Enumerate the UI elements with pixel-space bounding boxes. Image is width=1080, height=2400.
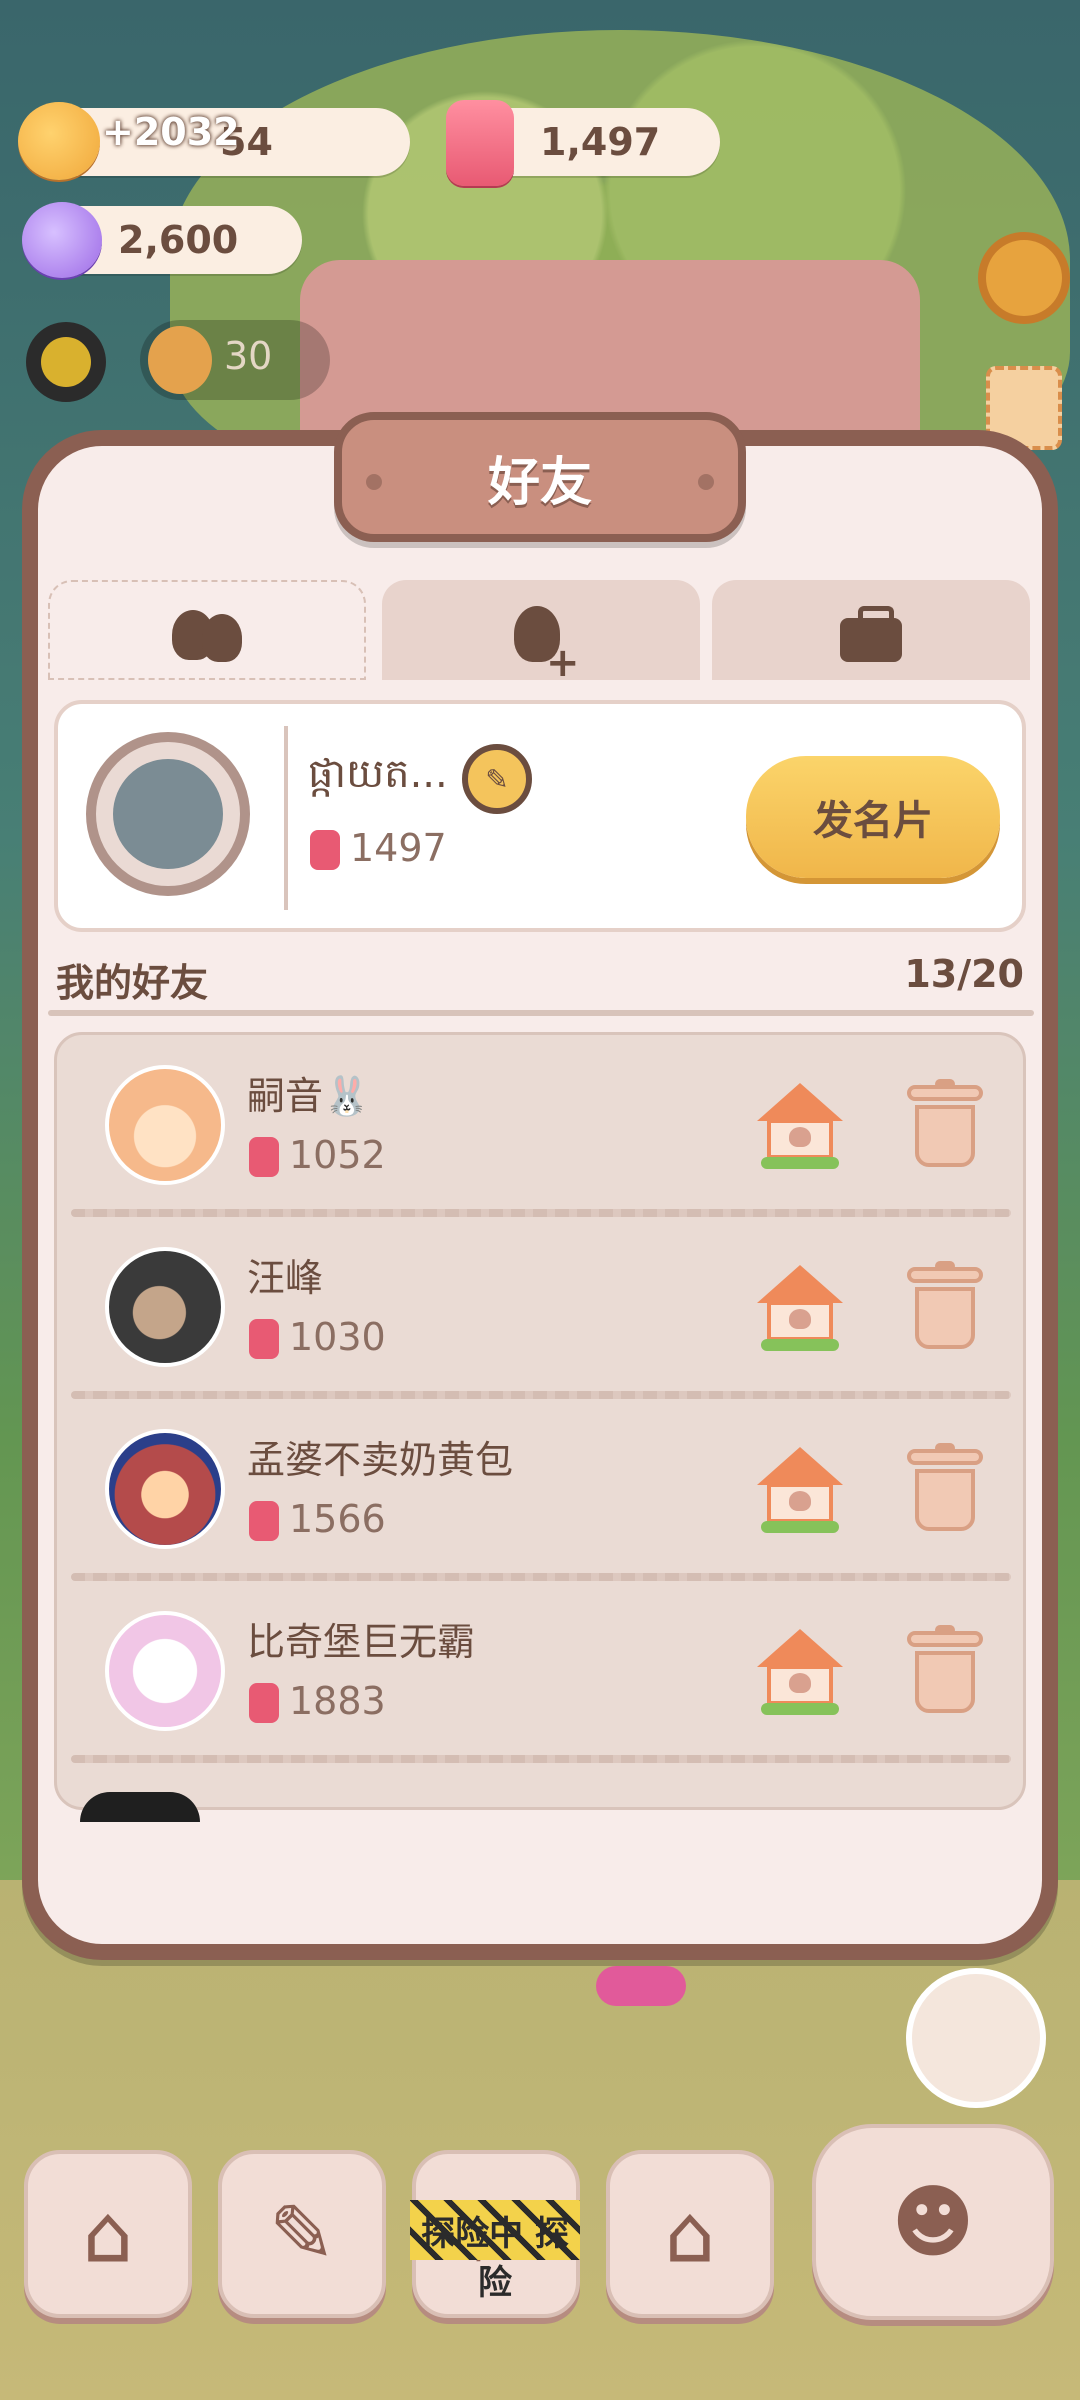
- row-divider: [71, 1755, 1011, 1763]
- profile-divider: [284, 726, 288, 910]
- panel-tabs: +: [48, 580, 1032, 686]
- my-name: ផ្កាយត...: [308, 751, 448, 797]
- nav-shop-button[interactable]: ⌂: [606, 2150, 774, 2318]
- candles-count: 1,497: [540, 120, 661, 164]
- panel-title: 好友: [487, 453, 592, 513]
- friends-list[interactable]: 嗣音🐰 1052 汪峰 1030 孟婆不卖奶黄包 1566 比奇堡巨无霸 188…: [54, 1032, 1026, 1810]
- section-divider: [48, 1010, 1034, 1016]
- cookie-counter: 30: [140, 320, 330, 400]
- send-card-button[interactable]: 发名片: [746, 756, 1000, 878]
- friend-avatar[interactable]: [105, 1429, 225, 1549]
- delete-friend-button[interactable]: [907, 1079, 983, 1169]
- helper-avatar[interactable]: [906, 1968, 1046, 2108]
- candle-score-icon: [249, 1319, 279, 1359]
- friend-name: 比奇堡巨无霸: [247, 1620, 476, 1664]
- list-item[interactable]: 嗣音🐰 1052: [57, 1035, 1023, 1217]
- friends-section-title: 我的好友: [56, 961, 209, 1005]
- tab-add-friend[interactable]: +: [382, 580, 700, 686]
- adventure-status: 探险中 探险: [421, 2214, 569, 2303]
- edit-name-icon[interactable]: ✎: [462, 744, 532, 814]
- nav-notes-button[interactable]: ✎: [218, 2150, 386, 2318]
- friend-score: 1052: [289, 1133, 386, 1177]
- character-icon: ☻: [891, 2175, 975, 2269]
- house-icon: ⌂: [82, 2187, 134, 2281]
- visit-house-button[interactable]: [757, 1447, 843, 1533]
- friend-score: 1566: [289, 1497, 386, 1541]
- visit-house-button[interactable]: [757, 1083, 843, 1169]
- candle-icon: [446, 100, 514, 186]
- candy-icon: [22, 202, 102, 278]
- friends-count: 13/20: [904, 952, 1024, 996]
- friend-name: 孟婆不卖奶黄包: [247, 1438, 514, 1482]
- list-item[interactable]: 孟婆不卖奶黄包 1566: [57, 1399, 1023, 1581]
- delete-friend-button[interactable]: [907, 1625, 983, 1715]
- notes-icon: ✎: [268, 2187, 336, 2281]
- list-item[interactable]: 汪峰 1030: [57, 1217, 1023, 1399]
- tab-friends[interactable]: [48, 580, 366, 680]
- delete-friend-button[interactable]: [907, 1443, 983, 1533]
- cookie-icon: [148, 326, 212, 394]
- friend-name: 嗣音🐰: [247, 1074, 371, 1118]
- tab-briefcase[interactable]: [712, 580, 1030, 680]
- panel-title-plate: 好友: [334, 412, 746, 542]
- next-friend-avatar-partial: [80, 1792, 200, 1822]
- candle-score-icon: [249, 1137, 279, 1177]
- candle-score-icon: [310, 830, 340, 870]
- cookie-count: 30: [224, 334, 273, 378]
- row-divider: [71, 1209, 1011, 1217]
- nav-main-character-button[interactable]: ☻: [812, 2124, 1054, 2320]
- coin-icon: [18, 102, 100, 180]
- visit-house-button[interactable]: [757, 1629, 843, 1715]
- row-divider: [71, 1573, 1011, 1581]
- list-item[interactable]: 比奇堡巨无霸 1883: [57, 1581, 1023, 1763]
- my-avatar[interactable]: [86, 732, 250, 896]
- my-score: 1497: [350, 826, 447, 870]
- candle-score-icon: [249, 1683, 279, 1723]
- friends-icon: [172, 606, 242, 666]
- friend-score: 1883: [289, 1679, 386, 1723]
- briefcase-icon: [836, 604, 906, 664]
- heart-hint-icon: [596, 1966, 686, 2006]
- candy-count: 2,600: [118, 218, 239, 262]
- friend-avatar[interactable]: [105, 1247, 225, 1367]
- my-profile-card: ផ្កាយត... ✎ 1497 发名片: [54, 700, 1026, 932]
- friend-name: 汪峰: [247, 1256, 324, 1300]
- row-divider: [71, 1391, 1011, 1399]
- shop-icon: ⌂: [664, 2187, 716, 2281]
- add-friend-icon: +: [506, 604, 580, 686]
- candle-score-icon: [249, 1501, 279, 1541]
- sun-icon[interactable]: [26, 322, 106, 402]
- friend-score: 1030: [289, 1315, 386, 1359]
- nav-house-button[interactable]: ⌂: [24, 2150, 192, 2318]
- friend-avatar[interactable]: [105, 1611, 225, 1731]
- coins-gain: +2032: [102, 110, 240, 154]
- friend-avatar[interactable]: [105, 1065, 225, 1185]
- delete-friend-button[interactable]: [907, 1261, 983, 1351]
- visit-house-button[interactable]: [757, 1265, 843, 1351]
- gear-icon[interactable]: [986, 240, 1062, 316]
